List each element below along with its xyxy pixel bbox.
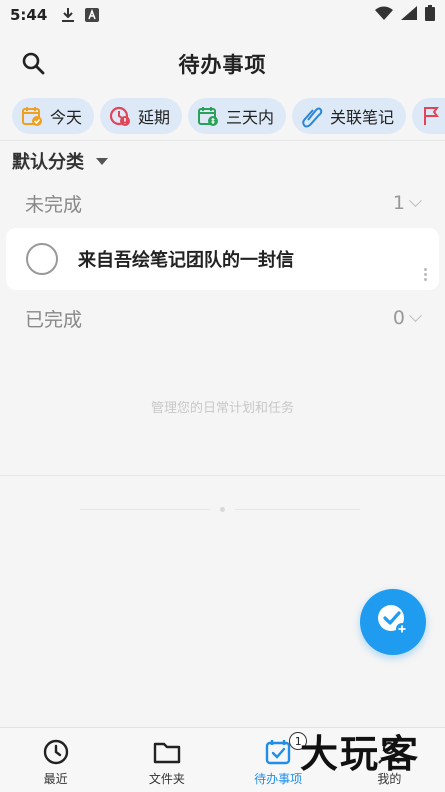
watermark-logo: 大玩客 bbox=[300, 732, 421, 776]
add-task-button[interactable] bbox=[360, 589, 426, 655]
nav-label: 文件夹 bbox=[148, 772, 185, 786]
app-header: 待办事项 bbox=[0, 38, 445, 90]
calendar-money-icon bbox=[196, 104, 220, 128]
page-title: 待办事项 bbox=[178, 53, 267, 77]
section-label: 已完成 bbox=[25, 308, 83, 331]
decorative-line bbox=[80, 509, 210, 510]
category-label: 默认分类 bbox=[12, 152, 84, 173]
notification-a-icon bbox=[85, 8, 100, 22]
battery-icon bbox=[425, 5, 435, 25]
search-icon bbox=[21, 51, 45, 79]
wifi-icon bbox=[375, 6, 393, 24]
calendar-check-icon bbox=[20, 104, 44, 128]
download-icon bbox=[61, 7, 75, 23]
clock-icon bbox=[42, 738, 70, 766]
chip-today[interactable]: 今天 bbox=[12, 98, 95, 134]
drag-handle-icon[interactable] bbox=[424, 268, 427, 281]
todo-calendar-icon bbox=[264, 738, 292, 766]
folder-icon bbox=[153, 738, 181, 766]
category-selector[interactable]: 默认分类 bbox=[12, 148, 108, 174]
status-time: 5:44 bbox=[10, 6, 48, 24]
add-task-check-icon bbox=[375, 602, 411, 642]
chip-label: 延期 bbox=[138, 108, 171, 127]
section-complete[interactable]: 已完成 0 bbox=[0, 302, 445, 334]
decorative-dot bbox=[220, 507, 225, 512]
alarm-clock-icon bbox=[108, 104, 132, 128]
section-incomplete[interactable]: 未完成 1 bbox=[0, 187, 445, 219]
search-button[interactable] bbox=[18, 50, 48, 80]
section-label: 未完成 bbox=[25, 193, 83, 216]
empty-hint: 管理您的日常计划和任务 bbox=[150, 401, 294, 416]
filter-chip-bar: 今天 延期 三天内 关联笔记 bbox=[0, 98, 445, 138]
task-item[interactable]: 来自吾绘笔记团队的一封信 bbox=[6, 228, 439, 290]
chip-overdue[interactable]: 延期 bbox=[100, 98, 183, 134]
paperclip-icon bbox=[300, 104, 324, 128]
nav-recent[interactable]: 最近 bbox=[0, 728, 111, 792]
chip-label: 今天 bbox=[50, 108, 83, 127]
chevron-down-icon bbox=[409, 308, 422, 322]
caret-down-icon bbox=[96, 157, 108, 165]
task-title: 来自吾绘笔记团队的一封信 bbox=[78, 250, 294, 271]
divider bbox=[0, 140, 445, 141]
chip-three-days[interactable]: 三天内 bbox=[188, 98, 287, 134]
nav-label: 最近 bbox=[43, 772, 68, 786]
section-count: 1 bbox=[393, 192, 422, 214]
flag-icon bbox=[420, 104, 444, 128]
chip-linked-notes[interactable]: 关联笔记 bbox=[292, 98, 407, 134]
chip-flag-partial[interactable] bbox=[412, 98, 445, 134]
task-checkbox[interactable] bbox=[26, 243, 58, 275]
chevron-down-icon bbox=[409, 193, 422, 207]
signal-icon bbox=[401, 6, 417, 24]
decorative-line bbox=[235, 509, 360, 510]
nav-label: 待办事项 bbox=[254, 772, 303, 786]
chip-label: 三天内 bbox=[226, 108, 275, 127]
status-bar: 5:44 bbox=[0, 0, 445, 30]
section-count: 0 bbox=[393, 307, 422, 329]
divider bbox=[0, 475, 445, 476]
nav-folders[interactable]: 文件夹 bbox=[111, 728, 222, 792]
chip-label: 关联笔记 bbox=[330, 108, 395, 127]
